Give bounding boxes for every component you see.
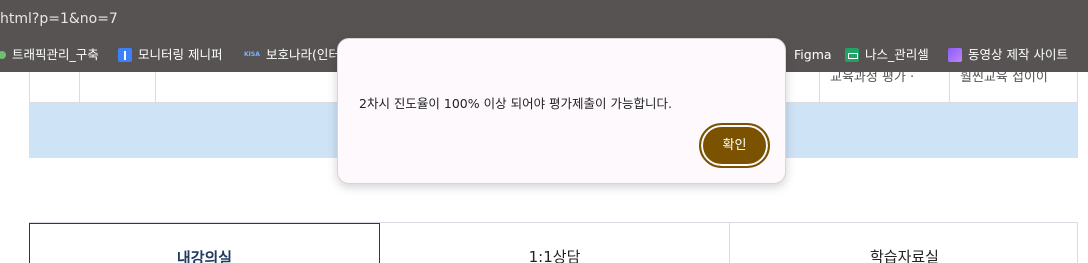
tab-label: 학습자료실 bbox=[869, 248, 939, 263]
cell-divider bbox=[949, 72, 950, 103]
blue-pin-icon bbox=[118, 48, 132, 62]
bookmark-figma[interactable]: Figma bbox=[794, 38, 832, 72]
bookmark-boho[interactable]: KISA 보호나라(인터 bbox=[244, 38, 340, 72]
url-text[interactable]: html?p=1&no=7 bbox=[0, 11, 118, 27]
table-cell: 훨씬교육 접이이 bbox=[960, 70, 1048, 85]
tab-resources[interactable]: 학습자료실 bbox=[730, 223, 1079, 263]
alert-dialog: 2차시 진도율이 100% 이상 되어야 평가제출이 가능합니다. 확인 bbox=[337, 38, 786, 184]
bookmark-label: 트래픽관리_구축 bbox=[12, 47, 99, 62]
cell-divider bbox=[155, 72, 156, 103]
bookmark-label: 보호나라(인터 bbox=[266, 47, 340, 62]
table-cell: 교육과정 평가 · bbox=[830, 70, 915, 85]
dialog-message: 2차시 진도율이 100% 이상 되어야 평가제출이 가능합니다. bbox=[359, 96, 673, 111]
tab-bar: 내강의실 1:1상담 학습자료실 bbox=[29, 222, 1078, 263]
tab-label: 내강의실 bbox=[176, 249, 233, 263]
address-bar[interactable]: html?p=1&no=7 bbox=[0, 0, 1088, 38]
cell-divider bbox=[79, 72, 80, 103]
sheets-icon bbox=[845, 48, 859, 62]
confirm-button[interactable]: 확인 bbox=[699, 123, 770, 168]
folder-video-icon bbox=[948, 48, 962, 62]
bookmark-jennifer[interactable]: 모니터링 제니퍼 bbox=[118, 38, 222, 72]
bookmark-traffic[interactable]: 트래픽관리_구축 bbox=[0, 38, 99, 72]
tab-consult[interactable]: 1:1상담 bbox=[380, 223, 729, 263]
page: html?p=1&no=7 트래픽관리_구축 모니터링 제니퍼 KISA 보호나… bbox=[0, 0, 1088, 263]
tab-label: 1:1상담 bbox=[528, 248, 581, 263]
bookmark-label: 모니터링 제니퍼 bbox=[138, 47, 223, 62]
kisa-icon: KISA bbox=[244, 51, 260, 58]
green-dot-icon bbox=[0, 51, 6, 59]
cell-divider bbox=[819, 72, 820, 103]
tab-my-classroom[interactable]: 내강의실 bbox=[29, 223, 380, 263]
bookmark-label: Figma bbox=[794, 47, 832, 62]
